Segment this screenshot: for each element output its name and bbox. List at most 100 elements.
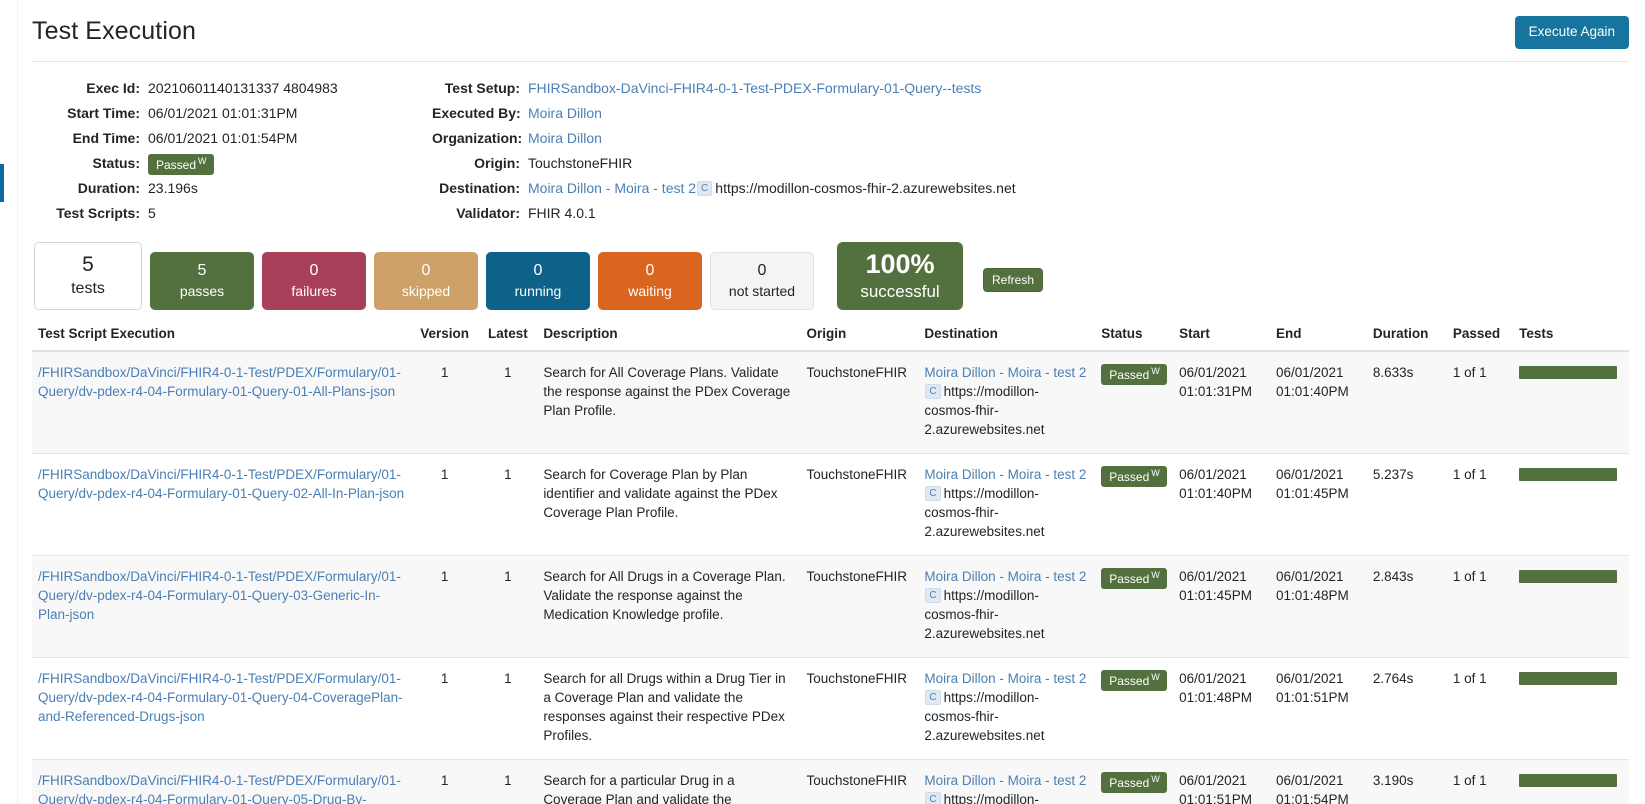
conformance-badge-icon: C	[925, 383, 941, 399]
cell-start: 06/01/2021 01:01:48PM	[1173, 657, 1270, 760]
stat-running[interactable]: 0 running	[486, 251, 590, 310]
cell-passed: 1 of 1	[1446, 350, 1514, 454]
cell-origin: TouchstoneFHIR	[800, 350, 919, 454]
cell-tests	[1513, 350, 1629, 454]
col-header-description[interactable]: Description	[537, 325, 801, 352]
test-script-execution-table: Test Script Execution Version Latest Des…	[32, 325, 1629, 804]
conformance-badge-icon: C	[925, 791, 941, 804]
detail-label-test-setup: Test Setup:	[444, 79, 520, 96]
table-head: Test Script Execution Version Latest Des…	[32, 325, 1629, 352]
cell-destination: Moira Dillon - Moira - test 2 C https://mo…	[918, 453, 1096, 556]
test-script-link[interactable]: /FHIRSandbox/DaVinci/FHIR4-0-1-Test/PDEX…	[38, 569, 401, 622]
detail-label-destination: Destination:	[439, 179, 520, 196]
stat-running-label: running	[514, 282, 562, 299]
col-header-passed[interactable]: Passed	[1446, 325, 1514, 352]
detail-label-exec-id: Exec Id:	[86, 79, 140, 96]
start-date: 06/01/2021	[1179, 670, 1247, 686]
cell-test-script: /FHIRSandbox/DaVinci/FHIR4-0-1-Test/PDEX…	[32, 657, 411, 760]
tests-progress-bar	[1519, 671, 1618, 685]
col-header-duration[interactable]: Duration	[1366, 325, 1447, 352]
status-badge-sup: W	[1151, 365, 1160, 376]
status-badge-sup: W	[1151, 569, 1160, 580]
cell-description: Search for All Drugs in a Coverage Plan.…	[537, 555, 801, 658]
stats-row: 5 tests 5 passes 0 failures 0 skipped 0 …	[18, 226, 1645, 310]
stat-not-started[interactable]: 0 not started	[710, 251, 814, 310]
cell-destination: Moira Dillon - Moira - test 2 C https://mo…	[918, 657, 1096, 760]
test-script-execution-table-wrap: Test Script Execution Version Latest Des…	[18, 310, 1645, 804]
destination-url: https://modillon-cosmos-fhir-2.azurewebs…	[924, 587, 1045, 641]
col-header-destination[interactable]: Destination	[918, 325, 1096, 352]
destination-url: https://modillon-cosmos-fhir-2.azurewebs…	[943, 791, 1039, 804]
col-header-origin[interactable]: Origin	[800, 325, 919, 352]
start-time: 01:01:48PM	[1179, 689, 1252, 705]
stat-waiting-label: waiting	[628, 282, 672, 299]
stat-running-number: 0	[533, 261, 543, 279]
stat-failures-label: failures	[291, 282, 337, 299]
test-setup-link[interactable]: FHIRSandbox-DaVinci-FHIR4-0-1-Test-PDEX-…	[528, 76, 981, 101]
col-header-status[interactable]: Status	[1095, 325, 1174, 352]
detail-value-end-time: 06/01/2021 01:01:54PM	[148, 129, 298, 146]
conformance-badge-icon: C	[697, 180, 713, 196]
stat-passes[interactable]: 5 passes	[150, 251, 254, 310]
destination-link[interactable]: Moira Dillon - Moira - test 2	[924, 365, 1086, 380]
status-badge-text: Passed	[1109, 673, 1150, 688]
cell-latest: 1	[478, 759, 538, 804]
col-header-start[interactable]: Start	[1173, 325, 1270, 352]
col-header-latest[interactable]: Latest	[478, 325, 538, 352]
status-badge-sup: W	[1151, 467, 1160, 478]
cell-latest: 1	[478, 453, 538, 556]
cell-start: 06/01/2021 01:01:51PM	[1173, 759, 1270, 804]
cell-version: 1	[410, 350, 479, 454]
left-gutter	[0, 0, 18, 804]
stat-skipped[interactable]: 0 skipped	[374, 251, 478, 310]
detail-value-destination: Moira Dillon - Moira - test 2 Chttps://mo…	[528, 176, 1016, 201]
test-script-link[interactable]: /FHIRSandbox/DaVinci/FHIR4-0-1-Test/PDEX…	[38, 365, 401, 399]
cell-test-script: /FHIRSandbox/DaVinci/FHIR4-0-1-Test/PDEX…	[32, 759, 411, 804]
organization-link[interactable]: Moira Dillon	[528, 126, 602, 151]
col-header-end[interactable]: End	[1269, 325, 1367, 352]
status-badge: Passed W	[1101, 465, 1167, 488]
status-badge-text: Passed	[1109, 775, 1150, 790]
destination-link[interactable]: Moira Dillon - Moira - test 2	[924, 569, 1086, 584]
execute-again-button[interactable]: Execute Again	[1514, 16, 1629, 49]
detail-status: Status: Passed W	[32, 151, 432, 176]
detail-label-start-time: Start Time:	[67, 104, 140, 121]
test-script-link[interactable]: /FHIRSandbox/DaVinci/FHIR4-0-1-Test/PDEX…	[38, 467, 404, 501]
destination-link[interactable]: Moira Dillon - Moira - test 2	[924, 467, 1086, 482]
refresh-button[interactable]: Refresh	[983, 267, 1044, 292]
col-header-test-script-execution[interactable]: Test Script Execution	[32, 325, 411, 352]
detail-value-duration: 23.196s	[148, 179, 198, 196]
cell-description: Search for a particular Drug in a Covera…	[537, 759, 801, 804]
status-badge-sup: W	[1151, 773, 1160, 784]
stat-waiting[interactable]: 0 waiting	[598, 251, 702, 310]
executed-by-link[interactable]: Moira Dillon	[528, 101, 602, 126]
detail-label-end-time: End Time:	[72, 129, 140, 146]
cell-duration: 8.633s	[1366, 350, 1447, 454]
cell-duration: 2.843s	[1366, 555, 1447, 658]
test-script-link[interactable]: /FHIRSandbox/DaVinci/FHIR4-0-1-Test/PDEX…	[38, 671, 403, 724]
destination-url: https://modillon-cosmos-fhir-2.azurewebs…	[924, 383, 1045, 437]
test-script-link[interactable]: /FHIRSandbox/DaVinci/FHIR4-0-1-Test/PDEX…	[38, 773, 401, 804]
cell-passed: 1 of 1	[1446, 453, 1514, 556]
end-date: 06/01/2021	[1275, 772, 1344, 788]
start-time: 01:01:40PM	[1179, 485, 1252, 501]
col-header-version[interactable]: Version	[410, 325, 479, 352]
table-row: /FHIRSandbox/DaVinci/FHIR4-0-1-Test/PDEX…	[32, 555, 1629, 658]
status-badge-text: Passed	[156, 157, 197, 172]
detail-label-duration: Duration:	[77, 179, 140, 196]
stat-tests-number: 5	[82, 252, 94, 276]
col-header-tests[interactable]: Tests	[1513, 325, 1629, 352]
destination-link[interactable]: Moira Dillon - Moira - test 2	[528, 180, 696, 196]
detail-test-scripts: Test Scripts: 5	[32, 201, 432, 226]
status-badge-text: Passed	[1109, 367, 1150, 382]
stat-tests[interactable]: 5 tests	[34, 241, 142, 310]
end-date: 06/01/2021	[1275, 466, 1344, 482]
conformance-badge-icon: C	[925, 689, 941, 705]
detail-destination: Destination: Moira Dillon - Moira - test…	[432, 176, 1629, 201]
stat-failures[interactable]: 0 failures	[262, 251, 366, 310]
destination-link[interactable]: Moira Dillon - Moira - test 2	[924, 773, 1086, 788]
destination-link[interactable]: Moira Dillon - Moira - test 2	[924, 671, 1086, 686]
detail-value-start-time: 06/01/2021 01:01:31PM	[148, 104, 298, 121]
cell-status: Passed W	[1095, 759, 1174, 804]
cell-description: Search for all Drugs within a Drug Tier …	[537, 657, 801, 760]
